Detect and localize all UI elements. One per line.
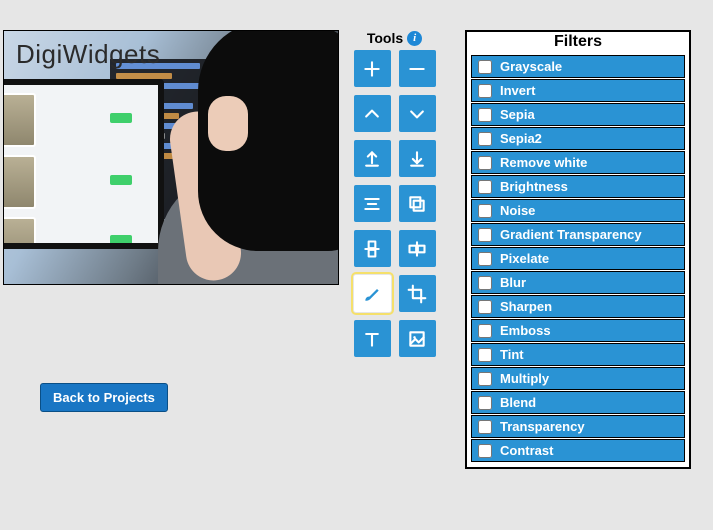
crop-icon — [407, 284, 427, 304]
tool-move-up[interactable] — [354, 95, 391, 132]
filter-label: Emboss — [500, 323, 551, 338]
tool-align[interactable] — [354, 185, 391, 222]
flip-v-icon — [362, 239, 382, 259]
filter-checkbox[interactable] — [478, 228, 492, 242]
tool-import[interactable] — [399, 140, 436, 177]
back-to-projects-button[interactable]: Back to Projects — [40, 383, 168, 412]
filter-checkbox[interactable] — [478, 156, 492, 170]
filter-checkbox[interactable] — [478, 444, 492, 458]
filters-panel: Filters Grayscale Invert Sepia Sepia2 Remove… — [465, 30, 691, 469]
filter-row-tint[interactable]: Tint — [471, 343, 685, 366]
filter-label: Sharpen — [500, 299, 552, 314]
tool-flip-h[interactable] — [399, 230, 436, 267]
filter-label: Invert — [500, 83, 535, 98]
filter-row-invert[interactable]: Invert — [471, 79, 685, 102]
filter-row-gradient-transparency[interactable]: Gradient Transparency — [471, 223, 685, 246]
text-icon — [362, 329, 382, 349]
tool-flip-v[interactable] — [354, 230, 391, 267]
filter-row-pixelate[interactable]: Pixelate — [471, 247, 685, 270]
tools-header: Tools i — [350, 30, 439, 46]
import-icon — [407, 149, 427, 169]
filter-row-contrast[interactable]: Contrast — [471, 439, 685, 462]
flip-h-icon — [407, 239, 427, 259]
plus-icon — [362, 59, 382, 79]
info-icon[interactable]: i — [407, 31, 422, 46]
filter-checkbox[interactable] — [478, 252, 492, 266]
filter-row-grayscale[interactable]: Grayscale — [471, 55, 685, 78]
align-icon — [362, 194, 382, 214]
filter-checkbox[interactable] — [478, 372, 492, 386]
filter-checkbox[interactable] — [478, 108, 492, 122]
filter-row-blend[interactable]: Blend — [471, 391, 685, 414]
tool-zoom-in[interactable] — [354, 50, 391, 87]
filter-label: Sepia2 — [500, 131, 542, 146]
filter-checkbox[interactable] — [478, 132, 492, 146]
filter-checkbox[interactable] — [478, 348, 492, 362]
tool-move-down[interactable] — [399, 95, 436, 132]
canvas-logo: DigiWidgets — [16, 39, 160, 70]
filter-row-sepia2[interactable]: Sepia2 — [471, 127, 685, 150]
filter-row-multiply[interactable]: Multiply — [471, 367, 685, 390]
tools-title: Tools — [367, 30, 403, 46]
filter-label: Grayscale — [500, 59, 562, 74]
filter-row-blur[interactable]: Blur — [471, 271, 685, 294]
filter-checkbox[interactable] — [478, 276, 492, 290]
filter-checkbox[interactable] — [478, 420, 492, 434]
filter-label: Gradient Transparency — [500, 227, 642, 242]
person — [148, 41, 339, 285]
filter-checkbox[interactable] — [478, 396, 492, 410]
filter-label: Noise — [500, 203, 535, 218]
copy-icon — [407, 194, 427, 214]
brush-icon — [362, 284, 382, 304]
filter-checkbox[interactable] — [478, 84, 492, 98]
filter-row-transparency[interactable]: Transparency — [471, 415, 685, 438]
filter-checkbox[interactable] — [478, 180, 492, 194]
filter-label: Brightness — [500, 179, 568, 194]
tool-image[interactable] — [399, 320, 436, 357]
minus-icon — [407, 59, 427, 79]
filter-row-emboss[interactable]: Emboss — [471, 319, 685, 342]
filters-title: Filters — [467, 32, 689, 54]
export-icon — [362, 149, 382, 169]
filter-label: Multiply — [500, 371, 549, 386]
tool-brush[interactable] — [354, 275, 391, 312]
filter-row-sepia[interactable]: Sepia — [471, 103, 685, 126]
filter-label: Pixelate — [500, 251, 549, 266]
tool-export[interactable] — [354, 140, 391, 177]
filter-row-noise[interactable]: Noise — [471, 199, 685, 222]
filter-checkbox[interactable] — [478, 300, 492, 314]
filter-checkbox[interactable] — [478, 324, 492, 338]
filter-row-brightness[interactable]: Brightness — [471, 175, 685, 198]
filter-label: Blend — [500, 395, 536, 410]
filter-checkbox[interactable] — [478, 204, 492, 218]
filter-label: Tint — [500, 347, 524, 362]
chev-up-icon — [362, 104, 382, 124]
filter-label: Contrast — [500, 443, 553, 458]
chev-down-icon — [407, 104, 427, 124]
filter-row-remove-white[interactable]: Remove white — [471, 151, 685, 174]
filter-label: Remove white — [500, 155, 587, 170]
tool-crop[interactable] — [399, 275, 436, 312]
canvas-preview[interactable]: DigiWidgets — [3, 30, 339, 285]
filter-row-sharpen[interactable]: Sharpen — [471, 295, 685, 318]
tools-panel: Tools i — [350, 30, 439, 357]
monitor — [3, 79, 164, 249]
filter-label: Sepia — [500, 107, 535, 122]
filter-label: Transparency — [500, 419, 585, 434]
filter-checkbox[interactable] — [478, 60, 492, 74]
tool-copy[interactable] — [399, 185, 436, 222]
filter-label: Blur — [500, 275, 526, 290]
tool-text[interactable] — [354, 320, 391, 357]
tool-zoom-out[interactable] — [399, 50, 436, 87]
image-icon — [407, 329, 427, 349]
